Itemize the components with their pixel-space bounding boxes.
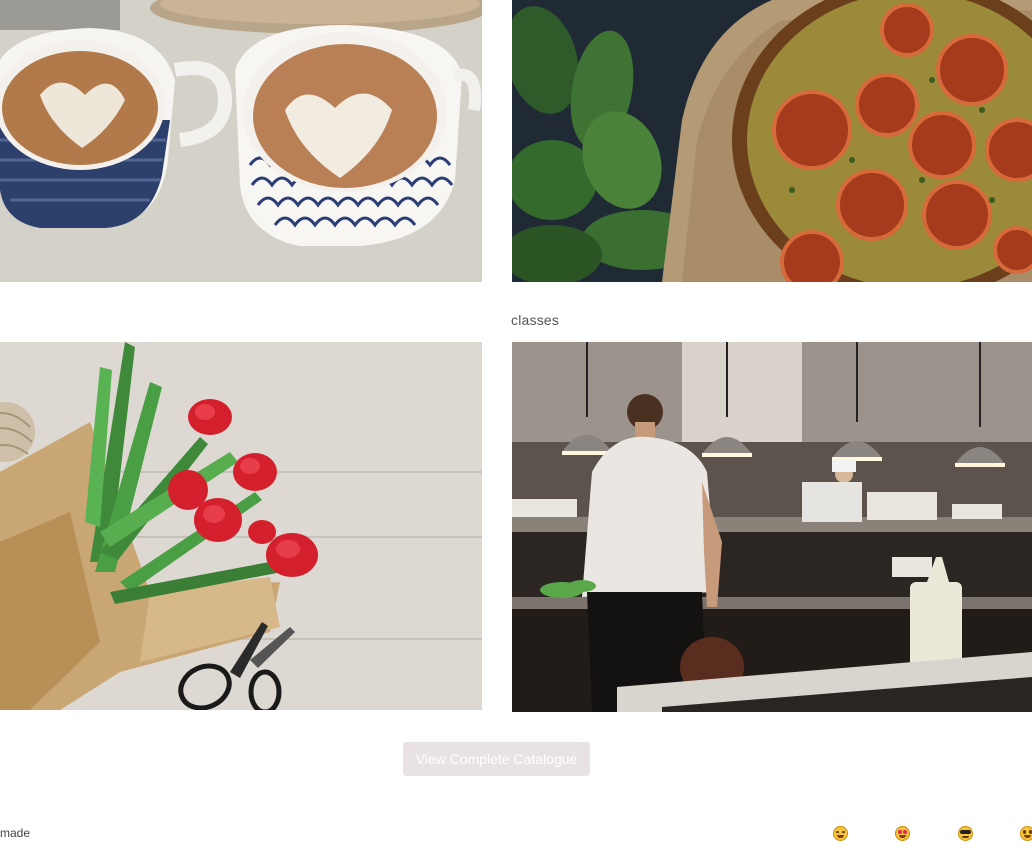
page: classes View Complete Catalogue made	[0, 0, 1032, 858]
gallery-image-tart[interactable]	[512, 0, 1032, 282]
tulip-bouquet-photo	[0, 342, 482, 710]
tomato-tart-photo	[512, 0, 1032, 282]
latte-art-photo	[0, 0, 482, 282]
view-catalogue-button[interactable]: View Complete Catalogue	[403, 742, 590, 776]
gallery-image-tulips[interactable]	[0, 342, 482, 710]
gallery-image-kitchen[interactable]	[512, 342, 1032, 712]
gallery-image-latte[interactable]	[0, 0, 482, 282]
footer-text: made	[0, 826, 31, 840]
restaurant-kitchen-photo	[512, 342, 1032, 712]
gallery-caption: classes	[511, 312, 560, 328]
heart-eyes-emoji-icon[interactable]	[895, 826, 910, 841]
grinning-emoji-icon[interactable]	[1020, 826, 1032, 841]
rolling-laughing-emoji-icon[interactable]	[833, 826, 848, 841]
sunglasses-emoji-icon[interactable]	[958, 826, 973, 841]
